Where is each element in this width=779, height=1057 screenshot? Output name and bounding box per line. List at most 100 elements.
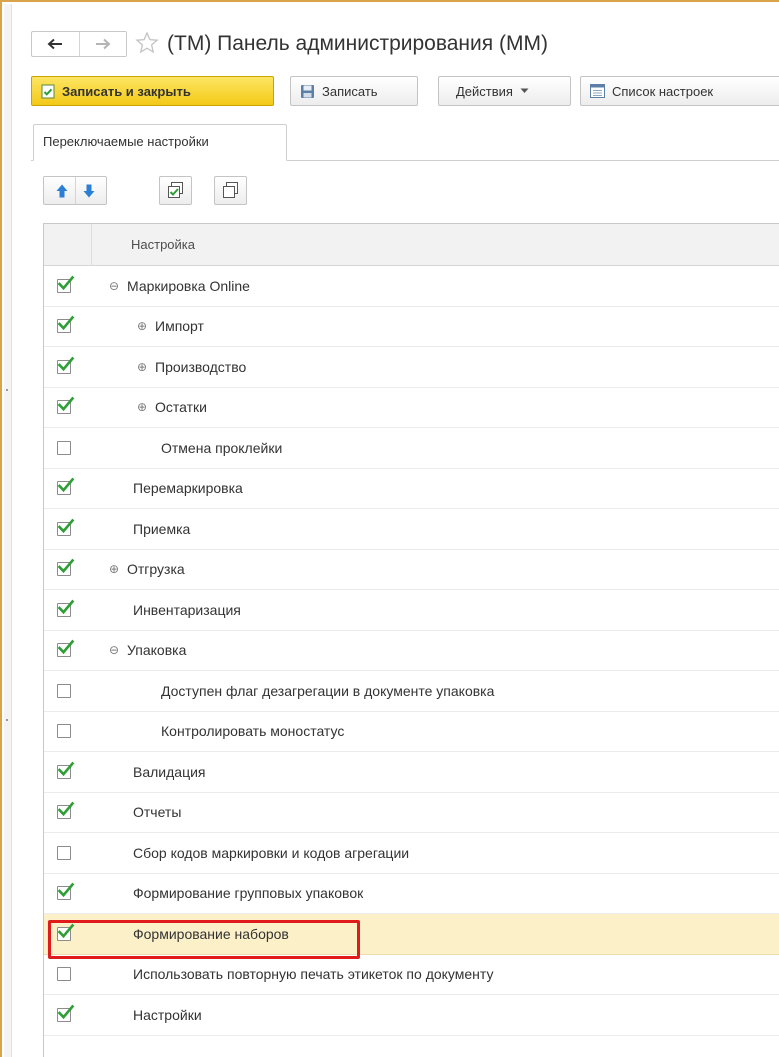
checkbox-checked[interactable] [57,477,75,496]
move-buttons-group [43,176,107,205]
expand-icon[interactable]: ⊕ [135,400,149,414]
app-window: (ТМ) Панель администрирования (ММ) Запис… [0,0,779,1057]
checkbox-checked[interactable] [57,518,75,536]
settings-list-label: Список настроек [612,83,714,99]
left-edge-strip [4,4,12,1057]
checkbox-column-header [44,224,92,265]
expand-icon[interactable]: ⊕ [107,562,121,576]
checkbox-checked[interactable] [57,923,75,941]
table-row[interactable]: Формирование наборов [44,914,779,955]
checkbox-unchecked[interactable] [57,683,71,698]
checkmark-icon [57,639,75,655]
chevron-down-icon [520,88,529,93]
row-label: Отчеты [133,804,182,821]
checkmark-icon [57,315,75,331]
row-checkbox-cell [44,266,92,306]
row-checkbox-cell [44,914,92,954]
checkmark-icon [57,558,75,574]
table-body: ⊖ Маркировка Online ⊕ Импорт ⊕ Производство ⊕ О… [44,266,779,1036]
row-label: Отгрузка [127,561,185,578]
table-row[interactable]: Формирование групповых упаковок [44,874,779,914]
column-header-setting[interactable]: Настройка [131,237,195,252]
checkmark-icon [57,356,75,371]
row-checkbox-cell [44,347,92,387]
table-row[interactable]: ⊖ Упаковка [44,631,779,671]
arrow-right-icon [95,38,111,50]
checkbox-unchecked[interactable] [57,724,71,739]
checkbox-unchecked[interactable] [57,440,71,455]
row-label: Маркировка Online [127,277,250,294]
table-row[interactable]: Валидация [44,752,779,793]
checkbox-checked[interactable] [57,396,75,415]
table-row[interactable]: Отмена проклейки [44,428,779,469]
row-checkbox-cell [44,550,92,590]
checkbox-checked[interactable] [57,761,75,779]
tab-switchable-settings[interactable]: Переключаемые настройки [33,124,287,161]
check-all-button[interactable] [159,176,192,205]
collapse-icon[interactable]: ⊖ [107,279,121,293]
checkmark-icon [57,518,75,533]
checkbox-checked[interactable] [57,558,75,577]
row-label: Использовать повторную печать этикеток п… [133,966,494,983]
row-checkbox-cell [44,955,92,995]
row-label: Валидация [133,763,206,780]
table-row[interactable]: Отчеты [44,793,779,833]
row-checkbox-cell [44,995,92,1035]
row-checkbox-cell [44,874,92,914]
table-row[interactable]: Инвентаризация [44,590,779,631]
checkmark-icon [57,801,75,817]
table-row[interactable]: ⊕ Импорт [44,307,779,347]
row-checkbox-cell [44,388,92,428]
checkbox-unchecked[interactable] [57,845,71,860]
check-all-icon [168,182,183,198]
row-checkbox-cell [44,469,92,509]
back-button[interactable] [32,32,79,56]
table-row[interactable]: Настройки [44,995,779,1036]
settings-list-button[interactable]: Список настроек [580,76,779,106]
checkbox-unchecked[interactable] [57,967,71,982]
checkbox-checked[interactable] [57,882,75,901]
checkbox-checked[interactable] [57,801,75,820]
row-checkbox-cell [44,671,92,711]
row-checkbox-cell [44,590,92,630]
uncheck-all-button[interactable] [214,176,247,205]
move-up-button[interactable] [49,177,75,204]
checkbox-checked[interactable] [57,275,75,293]
table-row[interactable]: Контролировать моностатус [44,712,779,752]
checkbox-checked[interactable] [57,599,75,617]
forward-button[interactable] [78,32,127,56]
row-checkbox-cell [44,752,92,792]
uncheck-all-icon [223,182,238,198]
row-label: Формирование групповых упаковок [133,885,364,902]
table-row[interactable]: Использовать повторную печать этикеток п… [44,955,779,995]
checkmark-icon [57,275,75,290]
actions-dropdown[interactable]: Действия [438,76,571,106]
row-checkbox-cell [44,307,92,347]
table-row[interactable]: Доступен флаг дезагрегации в документе у… [44,671,779,712]
checkbox-checked[interactable] [57,356,75,374]
arrow-up-icon [56,184,67,197]
move-down-button[interactable] [74,177,102,204]
table-row[interactable]: ⊖ Маркировка Online [44,266,779,307]
document-check-icon [41,84,55,98]
table-row[interactable]: ⊕ Остатки [44,388,779,428]
table-row[interactable]: ⊕ Отгрузка [44,550,779,590]
table-row[interactable]: ⊕ Производство [44,347,779,388]
checkbox-checked[interactable] [57,1004,75,1022]
save-label: Записать [322,83,378,99]
table-row[interactable]: Перемаркировка [44,469,779,509]
checkbox-checked[interactable] [57,315,75,334]
expand-icon[interactable]: ⊕ [135,360,149,374]
collapse-icon[interactable]: ⊖ [107,643,121,657]
table-row[interactable]: Приемка [44,509,779,550]
table-row[interactable]: Сбор кодов маркировки и кодов агрегации [44,833,779,874]
checkbox-checked[interactable] [57,639,75,658]
save-button[interactable]: Записать [290,76,418,106]
row-label: Остатки [155,399,207,416]
expand-icon[interactable]: ⊕ [135,319,149,333]
save-and-close-button[interactable]: Записать и закрыть [31,76,274,106]
arrow-left-icon [47,38,63,50]
favorite-star-icon[interactable] [135,31,159,55]
window-title: (ТМ) Панель администрирования (ММ) [167,32,548,55]
actions-label: Действия [456,83,513,99]
